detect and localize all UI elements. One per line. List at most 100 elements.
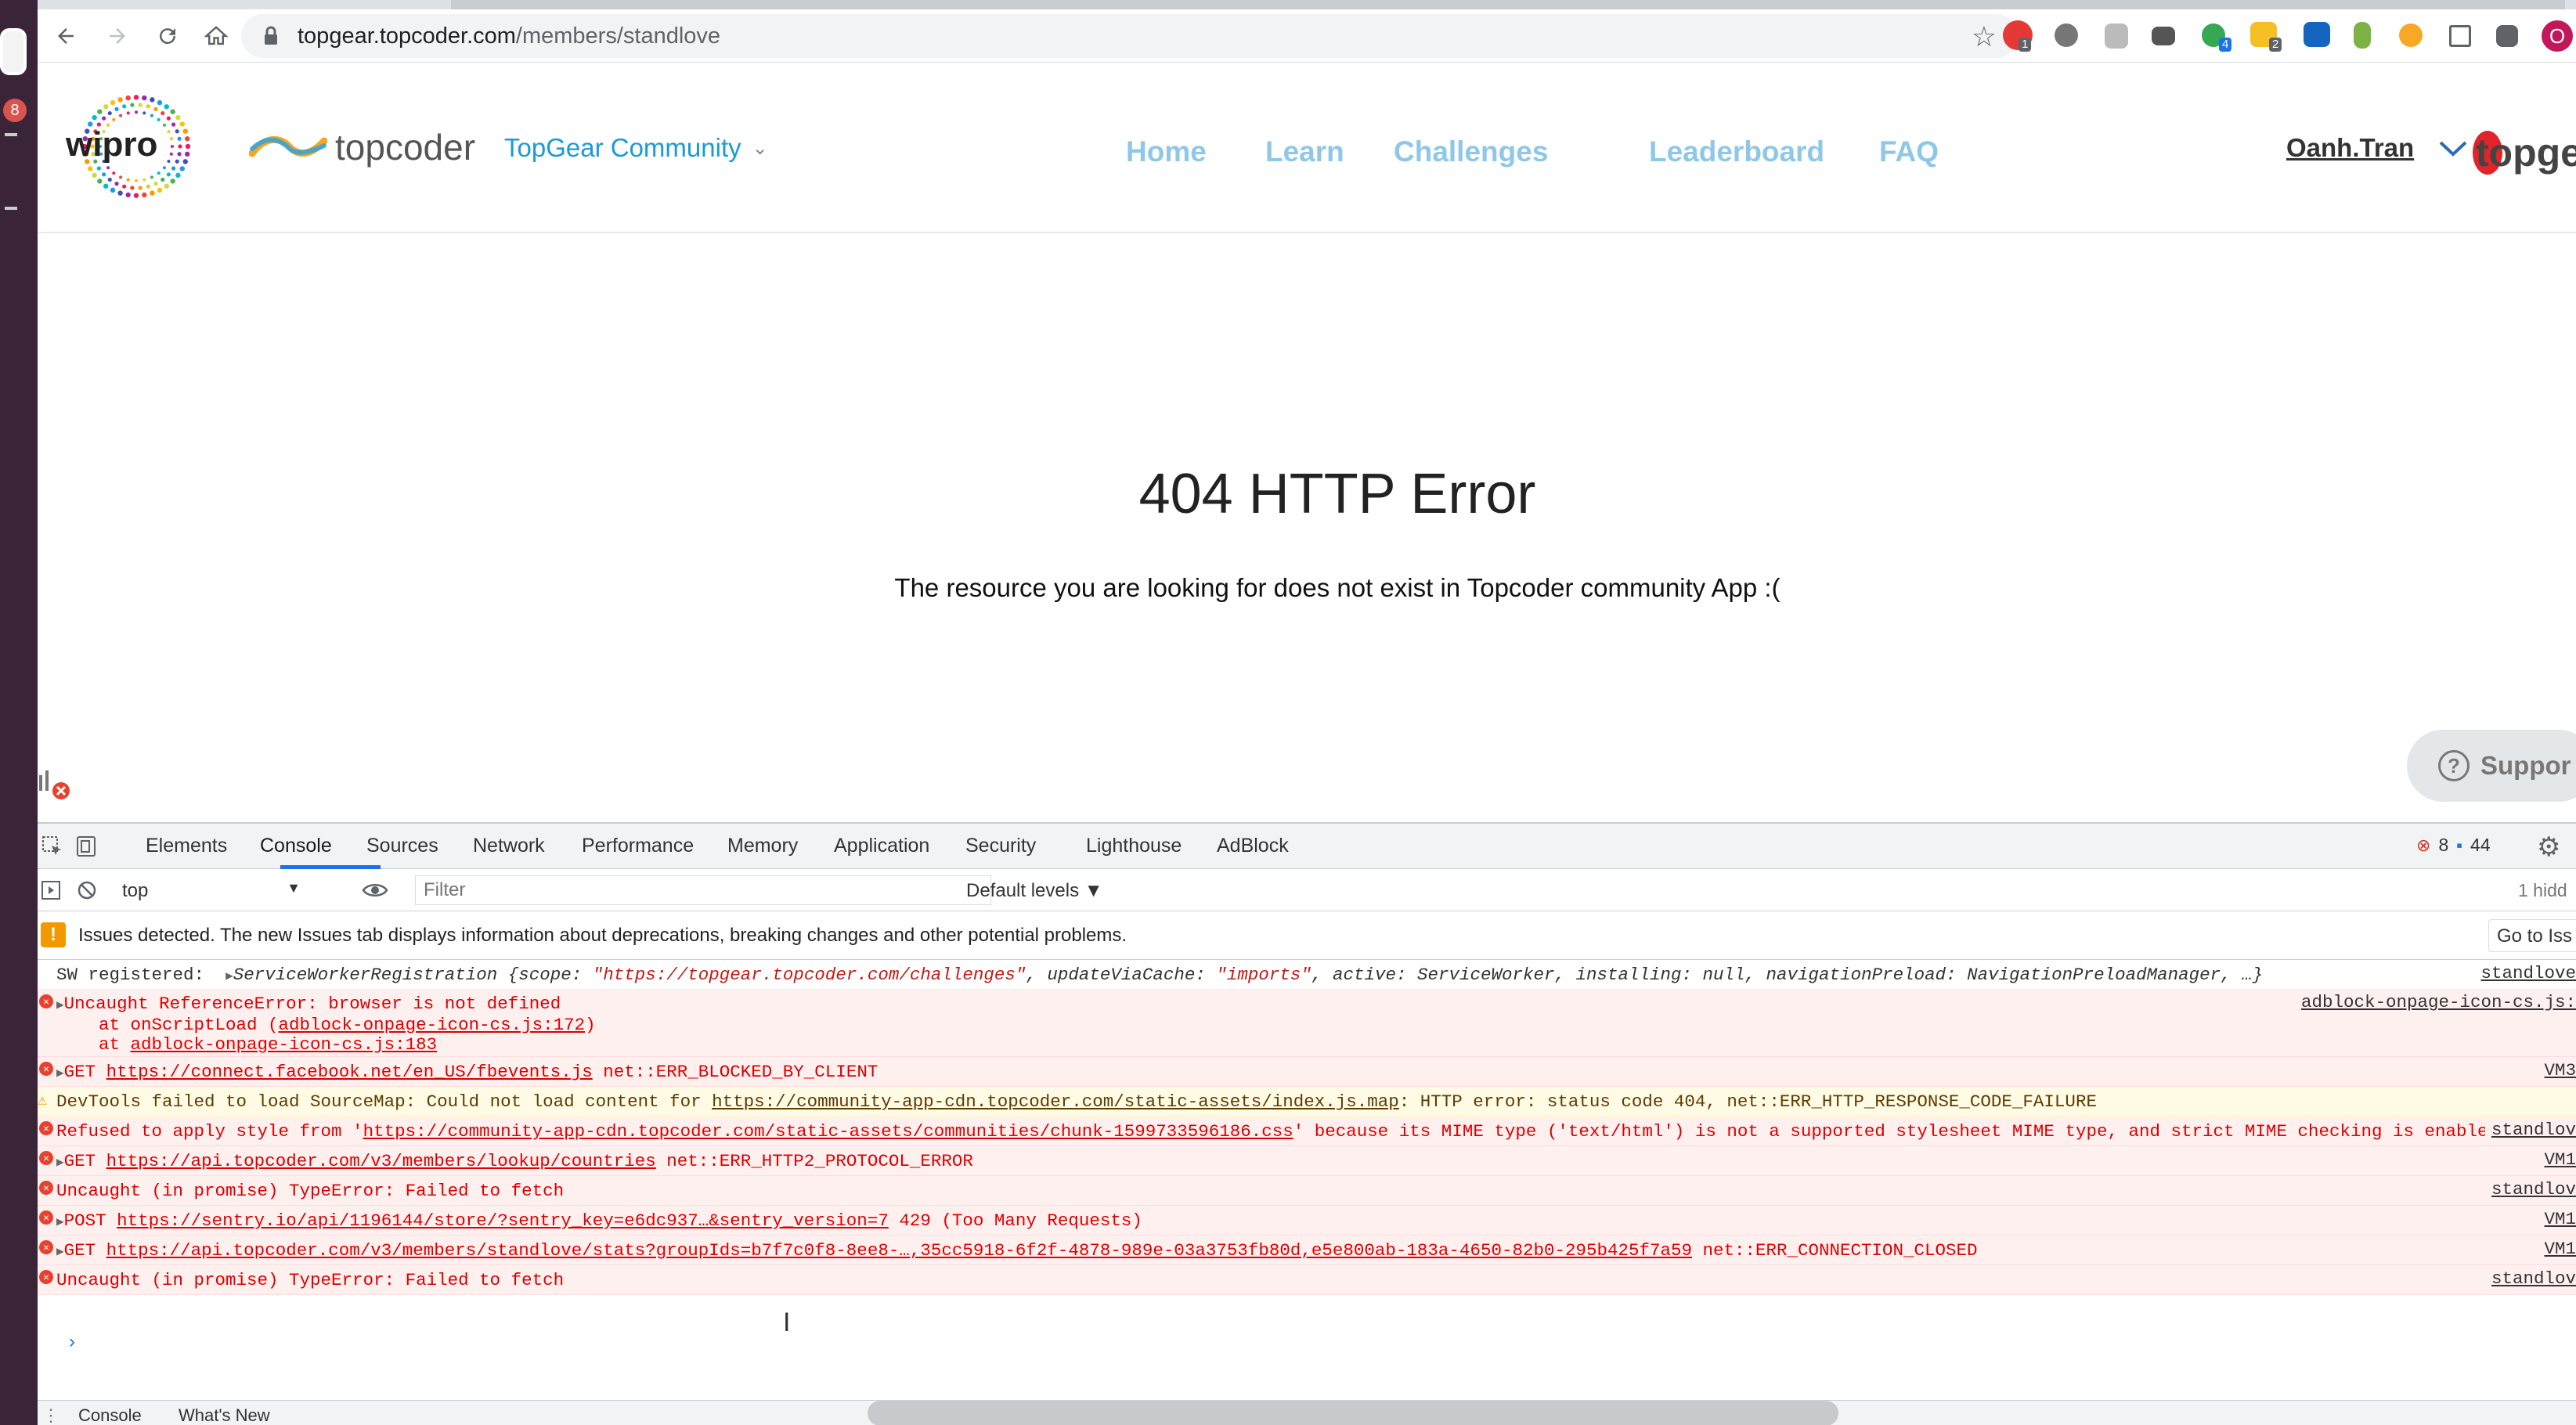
extension-chat-icon[interactable] xyxy=(2152,27,2175,45)
tab-adblock[interactable]: AdBlock xyxy=(1217,835,1289,857)
inspect-element-icon[interactable] xyxy=(41,835,64,858)
tab-sources[interactable]: Sources xyxy=(366,835,438,857)
home-icon[interactable] xyxy=(194,14,238,58)
log-levels-dropdown[interactable]: Default levels ▼ xyxy=(966,880,1103,902)
wipro-dot xyxy=(126,178,130,182)
profile-avatar[interactable]: O xyxy=(2542,20,2573,52)
log-source-link[interactable]: adblock-onpage-icon-cs.js: xyxy=(2294,993,2576,1012)
log-row-error[interactable]: × Uncaught (in promise) TypeError: Failed… xyxy=(38,1265,2576,1295)
log-row-error[interactable]: × ▶GET https://connect.facebook.net/en_US… xyxy=(38,1057,2576,1087)
settings-gear-icon[interactable]: ⚙ xyxy=(2537,832,2560,863)
log-source-link[interactable]: VM1 xyxy=(2538,1239,2576,1259)
extension-circle-icon[interactable] xyxy=(2055,23,2078,47)
drawer-tab-whats-new[interactable]: What's New xyxy=(179,1405,270,1425)
tab-lighthouse[interactable]: Lighthouse xyxy=(1086,835,1182,857)
reload-icon[interactable] xyxy=(146,14,189,58)
nav-leaderboard[interactable]: Leaderboard xyxy=(1649,135,1824,168)
device-toolbar-icon[interactable] xyxy=(75,835,99,858)
url-text[interactable]: topgear.topcoder.com/members/standlove xyxy=(298,23,720,49)
lock-icon[interactable] xyxy=(263,26,279,46)
expand-triangle-icon[interactable]: ▶ xyxy=(56,998,64,1012)
log-source-link[interactable]: standlov xyxy=(2484,1268,2576,1289)
log-row-error[interactable]: × ▶GET https://api.topcoder.com/v3/member… xyxy=(38,1236,2576,1265)
wipro-dot xyxy=(97,179,103,184)
extension-gear-icon[interactable] xyxy=(2399,23,2423,47)
devtools-counts[interactable]: ⊗ 8 ▪ 44 xyxy=(2416,835,2491,856)
topcoder-logo[interactable]: topcoder xyxy=(249,124,475,171)
forward-icon[interactable] xyxy=(96,14,139,58)
nav-challenges[interactable]: Challenges xyxy=(1394,135,1548,168)
console-prompt-icon[interactable]: › xyxy=(69,1331,75,1353)
error-icon: × xyxy=(39,1121,53,1135)
chevron-down-icon[interactable] xyxy=(2438,135,2468,165)
wipro-dot xyxy=(150,175,153,179)
log-source-link[interactable]: standlove xyxy=(2474,963,2576,983)
wipro-dot xyxy=(135,110,138,114)
tab-memory[interactable]: Memory xyxy=(727,835,798,857)
tab-network[interactable]: Network xyxy=(473,835,545,857)
stack-link[interactable]: adblock-onpage-icon-cs.js:172 xyxy=(279,1015,586,1035)
extension-s-icon[interactable] xyxy=(2304,22,2330,47)
browser-tab[interactable] xyxy=(451,0,2565,9)
extension-grid-icon[interactable] xyxy=(2449,25,2471,47)
back-icon[interactable] xyxy=(44,14,88,58)
expand-triangle-icon[interactable]: ▶ xyxy=(56,1156,64,1170)
log-row-error[interactable]: × Refused to apply style from 'https://co… xyxy=(38,1117,2576,1146)
tab-performance[interactable]: Performance xyxy=(582,835,694,857)
feedback-widget[interactable] xyxy=(38,764,81,802)
log-text: net::ERR_BLOCKED_BY_CLIENT xyxy=(592,1062,879,1082)
help-icon: ? xyxy=(2438,750,2470,781)
sourcemap-link[interactable]: https://community-app-cdn.topcoder.com/s… xyxy=(712,1091,1399,1112)
support-button[interactable]: ? Suppor xyxy=(2407,730,2576,802)
expand-triangle-icon[interactable]: ▶ xyxy=(56,1215,64,1229)
request-url-link[interactable]: https://api.topcoder.com/v3/members/look… xyxy=(106,1151,656,1171)
user-menu[interactable]: Oanh.Tran xyxy=(2286,133,2414,163)
clear-console-icon[interactable] xyxy=(77,880,97,900)
log-row-warning[interactable]: ⚠ DevTools failed to load SourceMap: Coul… xyxy=(38,1087,2576,1117)
extension-leaf-icon[interactable] xyxy=(2354,22,2371,49)
dock-app-icon[interactable] xyxy=(0,28,27,75)
log-row-error[interactable]: × ▶GET https://api.topcoder.com/v3/member… xyxy=(38,1146,2576,1176)
request-url-link[interactable]: https://sentry.io/api/1196144/store/?sen… xyxy=(117,1210,889,1231)
log-text: , updateViaCache: xyxy=(1026,965,1217,985)
community-dropdown[interactable]: TopGear Community ⌄ xyxy=(504,133,768,163)
tab-application[interactable]: Application xyxy=(834,835,929,857)
expand-triangle-icon[interactable]: ▶ xyxy=(56,1245,64,1259)
stylesheet-link[interactable]: https://community-app-cdn.topcoder.com/s… xyxy=(363,1121,1293,1142)
log-source-link[interactable]: VM1 xyxy=(2538,1209,2576,1229)
log-value: "https://topgear.topcoder.com/challenges… xyxy=(592,965,1026,985)
extension-h-icon[interactable] xyxy=(2105,23,2128,49)
live-expression-eye-icon[interactable] xyxy=(362,882,388,899)
drawer-menu-icon[interactable]: ⋮ xyxy=(42,1405,60,1425)
log-source-link[interactable]: VM1 xyxy=(2538,1149,2576,1170)
bookmark-star-icon[interactable]: ☆ xyxy=(1972,20,1997,53)
request-url-link[interactable]: https://api.topcoder.com/v3/members/stan… xyxy=(106,1240,1692,1261)
log-source-link[interactable]: VM3 xyxy=(2538,1060,2576,1080)
drawer-tab-console[interactable]: Console xyxy=(78,1405,142,1425)
go-to-issues-button[interactable]: Go to Iss xyxy=(2488,919,2576,952)
topgear-logo[interactable]: topge xyxy=(2473,127,2576,179)
request-url-link[interactable]: https://connect.facebook.net/en_US/fbeve… xyxy=(106,1062,593,1082)
log-source-link[interactable]: standlov xyxy=(2484,1120,2576,1140)
sidebar-toggle-icon[interactable] xyxy=(41,880,61,900)
log-row-error[interactable]: × ▶Uncaught ReferenceError: browser is no… xyxy=(38,990,2576,1057)
wipro-logo[interactable]: wipro xyxy=(66,88,207,205)
nav-learn[interactable]: Learn xyxy=(1265,135,1344,168)
log-row[interactable]: SW registered: ▶ServiceWorkerRegistratio… xyxy=(38,960,2576,990)
context-selector[interactable]: top ▼ xyxy=(114,875,307,905)
nav-faq[interactable]: FAQ xyxy=(1879,135,1939,168)
nav-home[interactable]: Home xyxy=(1126,135,1207,168)
expand-triangle-icon[interactable]: ▶ xyxy=(56,1066,64,1080)
filter-input[interactable] xyxy=(415,875,991,905)
tab-elements[interactable]: Elements xyxy=(146,835,227,857)
extensions-puzzle-icon[interactable] xyxy=(2496,25,2518,47)
expand-triangle-icon[interactable]: ▶ xyxy=(225,969,233,983)
tab-console[interactable]: Console xyxy=(260,835,332,857)
log-row-error[interactable]: × ▶POST https://sentry.io/api/1196144/sto… xyxy=(38,1206,2576,1236)
log-source-link[interactable]: standlov xyxy=(2484,1179,2576,1200)
log-row-error[interactable]: × Uncaught (in promise) TypeError: Failed… xyxy=(38,1176,2576,1206)
stack-link[interactable]: adblock-onpage-icon-cs.js:183 xyxy=(131,1034,438,1055)
tab-security[interactable]: Security xyxy=(965,835,1036,857)
address-bar[interactable]: topgear.topcoder.com/members/standlove ☆ xyxy=(241,14,2019,58)
wipro-dot xyxy=(110,187,116,193)
